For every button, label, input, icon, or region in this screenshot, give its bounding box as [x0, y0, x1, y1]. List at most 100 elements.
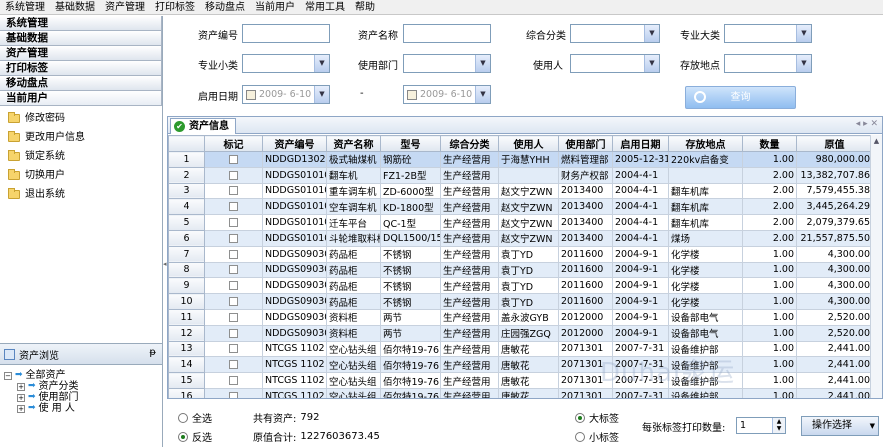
checkbox[interactable] — [229, 202, 238, 212]
menu-system[interactable]: 系统管理 — [0, 0, 50, 14]
column-header[interactable]: 存放地点 — [668, 135, 743, 152]
sidebar-item-lock-system[interactable]: 锁定系统 — [0, 147, 162, 166]
tab-asset-info[interactable]: ✔ 资产信息 — [170, 118, 236, 134]
small-label-radio[interactable]: 小标签 — [575, 429, 619, 444]
category-select[interactable]: ▼ — [570, 24, 660, 43]
mark-checkbox-cell[interactable] — [204, 261, 263, 279]
per-sheet-stepper[interactable]: 1 ▲ ▼ — [736, 417, 786, 434]
sidebar-category-assets[interactable]: 资产管理 — [0, 46, 162, 61]
mark-checkbox-cell[interactable] — [204, 293, 263, 310]
mark-checkbox-cell[interactable] — [204, 372, 263, 389]
checkbox[interactable] — [229, 312, 238, 322]
mark-checkbox-cell[interactable] — [204, 324, 263, 342]
tree-node-user[interactable]: + ➡ 使 用 人 — [4, 403, 79, 414]
column-header[interactable] — [168, 135, 205, 152]
table-row[interactable]: 4 NDDGS01010 空车调车机 KD-1800型 生产经营用 赵文宁ZWN 20134… — [168, 198, 873, 216]
column-header[interactable]: 原值 — [796, 135, 873, 152]
minor-category-select[interactable]: ▼ — [242, 54, 330, 73]
mark-checkbox-cell[interactable] — [204, 166, 263, 184]
column-header[interactable]: 资产名称 — [326, 135, 381, 152]
menu-inventory[interactable]: 移动盘点 — [200, 0, 250, 14]
mark-checkbox-cell[interactable] — [204, 245, 263, 263]
scroll-up-icon[interactable]: ▲ — [871, 135, 882, 147]
date-from-picker[interactable]: 2009- 6-10 ▼ — [242, 85, 330, 104]
table-row[interactable]: 2 NDDGS01010 翻车机 FZ1-2B型 生产经营用 财务产权部 2004-4-1 2… — [168, 166, 873, 184]
date-from-checkbox[interactable] — [246, 90, 256, 100]
sidebar-category-basic-data[interactable]: 基础数据 — [0, 31, 162, 46]
mark-checkbox-cell[interactable] — [204, 214, 263, 231]
mark-checkbox-cell[interactable] — [204, 151, 263, 168]
menu-print-labels[interactable]: 打印标签 — [150, 0, 200, 14]
invert-radio[interactable]: 反选 — [178, 429, 212, 444]
user-select[interactable]: ▼ — [570, 54, 660, 73]
tab-nav-arrows[interactable]: ◂ ▸ ✕ — [856, 119, 878, 129]
expand-icon[interactable]: + — [17, 404, 25, 413]
column-header[interactable]: 数量 — [742, 135, 797, 152]
mark-checkbox-cell[interactable] — [204, 387, 263, 398]
table-row[interactable]: 14 NTCGS 1102 空心钻头组 佰尔特19-76 生产经营用 唐敏花 2071301… — [168, 356, 873, 374]
location-select[interactable]: ▼ — [724, 54, 812, 73]
table-row[interactable]: 10 NDDGS09030 药品柜 不锈钢 生产经营用 袁丁YD 2011600 2004-9… — [168, 293, 873, 310]
column-header[interactable]: 型号 — [380, 135, 441, 152]
table-row[interactable]: 3 NDDGS01010 重车调车机 ZD-6000型 生产经营用 赵文宁ZWN 20134… — [168, 182, 873, 200]
mark-checkbox-cell[interactable] — [204, 198, 263, 216]
date-to-picker[interactable]: 2009- 6-10 ▼ — [403, 85, 491, 104]
table-row[interactable]: 11 NDDGS09030 资料柜 两节 生产经营用 盖永波GYB 2012000 2004-… — [168, 308, 873, 326]
checkbox[interactable] — [229, 170, 238, 180]
checkbox[interactable] — [229, 249, 238, 259]
sidebar-item-change-password[interactable]: 修改密码 — [0, 109, 162, 128]
column-header[interactable]: 资产编号 — [262, 135, 327, 152]
major-category-select[interactable]: ▼ — [724, 24, 812, 43]
checkbox[interactable] — [229, 360, 238, 370]
asset-no-input[interactable] — [242, 24, 330, 43]
expand-icon[interactable]: + — [17, 393, 25, 402]
tree-node-root[interactable]: − ➡ 全部资产 — [4, 370, 79, 381]
checkbox[interactable] — [229, 186, 238, 196]
column-header[interactable]: 使用部门 — [558, 135, 613, 152]
tree-node-dept[interactable]: + ➡ 使用部门 — [4, 392, 79, 403]
checkbox[interactable] — [229, 265, 238, 275]
sidebar-category-system[interactable]: 系统管理 — [0, 16, 162, 31]
column-header[interactable]: 综合分类 — [440, 135, 499, 152]
checkbox[interactable] — [229, 328, 238, 338]
query-button[interactable]: 查询 — [685, 86, 796, 109]
table-row[interactable]: 9 NDDGS09030 药品柜 不锈钢 生产经营用 袁丁YD 2011600 2004-9-… — [168, 277, 873, 295]
mark-checkbox-cell[interactable] — [204, 277, 263, 295]
date-to-checkbox[interactable] — [407, 90, 417, 100]
checkbox[interactable] — [229, 218, 238, 228]
sidebar-category-inventory[interactable]: 移动盘点 — [0, 76, 162, 91]
table-row[interactable]: 7 NDDGS09030 药品柜 不锈钢 生产经营用 袁丁YD 2011600 2004-9-… — [168, 245, 873, 263]
table-row[interactable]: 16 NTCGS 1102 空心钻头组 佰尔特19-76 生产经营用 唐敏花 2071301… — [168, 387, 873, 398]
sidebar-category-print-labels[interactable]: 打印标签 — [0, 61, 162, 76]
sidebar-item-switch-user[interactable]: 切换用户 — [0, 166, 162, 185]
stepper-arrows-icon[interactable]: ▲ ▼ — [772, 418, 785, 433]
sidebar-item-exit-system[interactable]: 退出系统 — [0, 185, 162, 204]
checkbox[interactable] — [229, 344, 238, 354]
sidebar-category-current-user[interactable]: 当前用户 — [0, 91, 162, 106]
operation-select-button[interactable]: 操作选择 ▼ — [801, 416, 879, 436]
mark-checkbox-cell[interactable] — [204, 229, 263, 247]
table-row[interactable]: 13 NTCGS 1102 空心钻头组 佰尔特19-76 生产经营用 唐敏花 2071301… — [168, 340, 873, 358]
menu-assets[interactable]: 资产管理 — [100, 0, 150, 14]
sidebar-item-change-user-info[interactable]: 更改用户信息 — [0, 128, 162, 147]
checkbox[interactable] — [229, 233, 238, 243]
collapse-icon[interactable]: − — [4, 371, 12, 380]
checkbox[interactable] — [229, 297, 238, 307]
mark-checkbox-cell[interactable] — [204, 356, 263, 374]
column-header[interactable]: 标记 — [204, 135, 263, 152]
dept-select[interactable]: ▼ — [403, 54, 491, 73]
tree-node-category[interactable]: + ➡ 资产分类 — [4, 381, 79, 392]
mark-checkbox-cell[interactable] — [204, 182, 263, 200]
checkbox[interactable] — [229, 376, 238, 386]
mark-checkbox-cell[interactable] — [204, 308, 263, 326]
table-row[interactable]: 12 NDDGS09030 资料柜 两节 生产经营用 庄园强ZGQ 2012000 2004-… — [168, 324, 873, 342]
expand-icon[interactable]: + — [17, 382, 25, 391]
column-header[interactable]: 使用人 — [498, 135, 559, 152]
table-row[interactable]: 1 NDDGD1302C 极式轴煤机 钢筋砼 生产经营用 于海慧YHH 燃料管理部 2005-… — [168, 151, 873, 168]
menu-basic-data[interactable]: 基础数据 — [50, 0, 100, 14]
checkbox[interactable] — [229, 154, 238, 164]
table-row[interactable]: 15 NTCGS 1102 空心钻头组 佰尔特19-76 生产经营用 唐敏花 2071301… — [168, 372, 873, 389]
table-row[interactable]: 5 NDDGS01010 迁车平台 QC-1型 生产经营用 赵文宁ZWN 2013400 20… — [168, 214, 873, 231]
pin-icon[interactable]: ᵽ — [149, 347, 156, 358]
select-all-radio[interactable]: 全选 — [178, 410, 212, 425]
